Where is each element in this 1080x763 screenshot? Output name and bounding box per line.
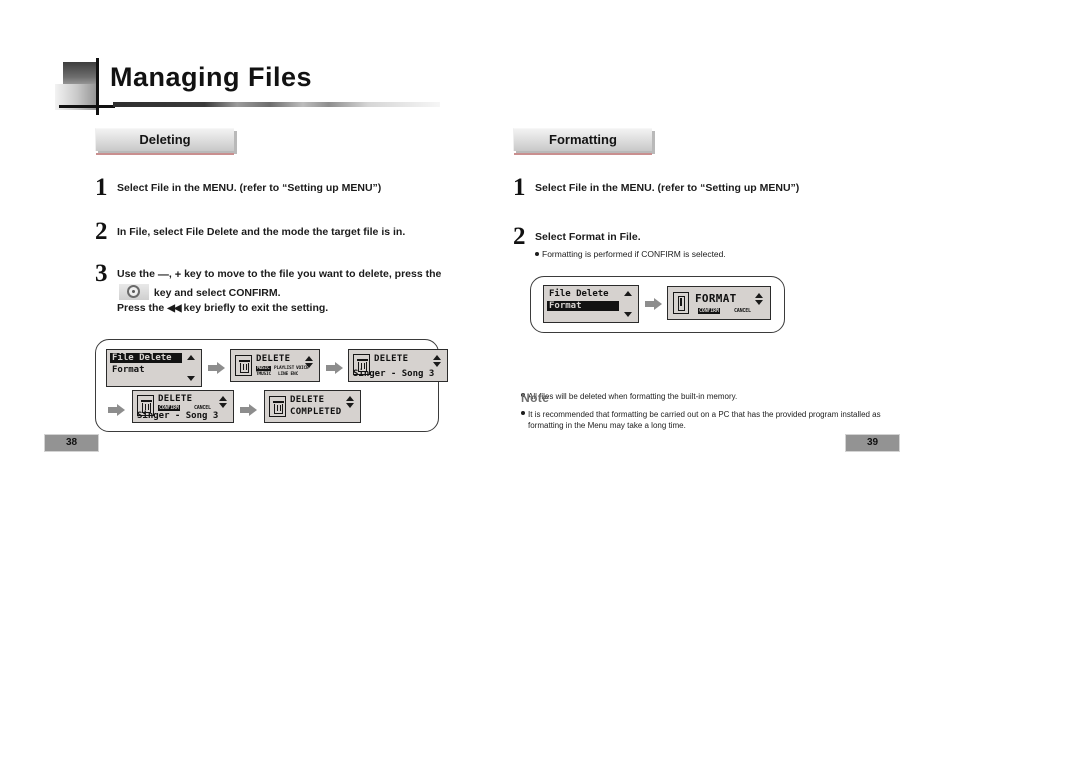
lcd-delete-filename: Singer - Song 3 [137,410,219,421]
lcd-delete-title: DELETE [158,393,193,404]
lcd-format-confirm: FORMAT CONFIRM CANCEL [667,285,771,320]
step-3-number: 3 [95,260,108,287]
step-3-text-part1: Use the [117,268,155,280]
section-tab-deleting-label: Deleting [139,132,191,147]
bullet-dot-icon [521,411,525,416]
flow-arrow-1 [208,361,225,375]
page-header: Managing Files [55,58,455,116]
deleting-flow-diagram: File Delete Format DELETE MUSIC PLAYLIST… [95,338,448,432]
scroll-up-arrow-icon [624,290,632,296]
plus-key-glyph: + [174,269,182,281]
format-icon [673,291,689,314]
step-1-deleting: 1 Select File in the MENU. (refer to “Se… [95,175,455,201]
scroll-down-arrow-icon [624,311,632,317]
lcd-updown-arrows-icon [433,354,441,367]
section-tab-formatting: Formatting [513,128,652,155]
step-1-number: 1 [95,174,108,201]
step-2-deleting: 2 In File, select File Delete and the mo… [95,219,455,245]
lcd-cancel-option: CANCEL [734,307,751,314]
lcd-menu-file-delete: File Delete Format [106,348,202,387]
lcd-delete-mode-select: DELETE MUSIC PLAYLIST VOICE TMUSIC LINE … [230,348,320,382]
lcd-delete-title: DELETE [290,394,325,405]
lcd-delete-title: DELETE [374,353,409,364]
lcd-delete-filename: Singer - Song 3 [353,368,435,379]
lcd-delete-completed-text: COMPLETED [290,406,342,417]
step-2-text: Select Format in File. [535,231,641,243]
step-1-text: Select File in the MENU. (refer to “Sett… [535,182,800,194]
page-title: Managing Files [110,62,313,92]
step-2-number: 2 [95,218,108,245]
step-3-text-part2: key to move to the file you want to dele… [184,268,442,280]
step-1-formatting: 1 Select File in the MENU. (refer to “Se… [513,175,883,201]
flow-arrow-4 [240,403,257,417]
step-1-text: Select File in the MENU. (refer to “Sett… [117,182,382,194]
section-tab-deleting: Deleting [95,128,234,155]
title-underline-rule [113,102,440,107]
lcd-delete-completed: DELETE COMPLETED [264,389,361,423]
lcd-updown-arrows-icon [305,355,313,368]
lcd-delete-title: DELETE [256,353,291,364]
scroll-up-arrow-icon [187,354,195,360]
lcd-menu-format: File Delete Format [543,284,639,323]
lcd-mode-option-line-enc: LINE ENC [278,371,299,377]
lcd-updown-arrows-icon [219,395,227,408]
header-decoration-horizontal-line [59,105,115,108]
section-tab-formatting-label: Formatting [549,132,617,147]
bullet-dot-icon [535,251,539,256]
page-number-left-value: 38 [65,437,78,448]
page-number-left: 38 [44,434,99,452]
nav-center-key-icon [119,283,149,300]
lcd-menu-line-file-delete: File Delete [110,352,182,363]
step-2-formatting: 2 Select Format in File. Formatting is p… [513,224,883,261]
note-title: Note [521,390,550,405]
lcd-format-title: FORMAT [695,291,737,305]
flow-arrow-1 [645,297,662,311]
step-3-text-part4: Press the [117,302,165,315]
note-block: Note All files will be deleted when form… [521,391,883,432]
trash-icon [235,354,252,376]
formatting-column: Formatting 1 Select File in the MENU. (r… [513,128,883,432]
step-2-text: In File, select File Delete and the mode… [117,226,406,238]
trash-icon [269,395,286,417]
step-2-subnote-text: Formatting is performed if CONFIRM is se… [542,249,726,260]
page-number-right-value: 39 [866,437,879,448]
deleting-column: Deleting 1 Select File in the MENU. (ref… [95,128,455,432]
step-2-subnote: Formatting is performed if CONFIRM is se… [535,248,883,261]
lcd-mode-option-playlist: PLAYLIST [274,365,295,371]
page-number-right: 39 [845,434,900,452]
previous-track-key-icon: ◀◀ [167,303,181,315]
step-3-text: Use the —, + key to move to the file you… [117,267,455,317]
note-item: It is recommended that formatting be car… [521,409,883,432]
lcd-menu-line-file-delete: File Delete [549,288,609,299]
lcd-updown-arrows-icon [755,292,763,305]
formatting-flow-diagram: File Delete Format FORMAT CONFIRM CANCEL [530,275,785,333]
lcd-confirm-option: CONFIRM [698,307,720,314]
flow-arrow-3 [108,403,125,417]
lcd-delete-file-select: DELETE Singer - Song 3 [348,348,448,382]
lcd-menu-line-format: Format [547,300,619,311]
note-item-text: It is recommended that formatting be car… [528,409,881,419]
note-item-text: All files will be deleted when formattin… [528,391,738,401]
step-1-number: 1 [513,174,526,201]
step-3-text-part5: key briefly to exit the setting. [183,302,329,315]
note-item-text-continued: formatting in the Menu may take a long t… [528,421,686,431]
lcd-menu-line-format: Format [112,364,145,375]
scroll-down-arrow-icon [187,375,195,381]
flow-arrow-2 [326,361,343,375]
lcd-mode-option-music: MUSIC [256,365,271,371]
lcd-mode-option-tmusic: TMUSIC [256,371,272,377]
lcd-delete-confirm: DELETE CONFIRM CANCEL Singer - Song 3 [132,389,234,423]
lcd-updown-arrows-icon [346,395,354,408]
minus-key-glyph: — [157,269,169,281]
step-3-text-part3: key and select CONFIRM. [153,286,281,299]
step-3-deleting: 3 Use the —, + key to move to the file y… [95,261,455,317]
step-2-number: 2 [513,223,526,250]
note-item: All files will be deleted when formattin… [521,391,883,403]
